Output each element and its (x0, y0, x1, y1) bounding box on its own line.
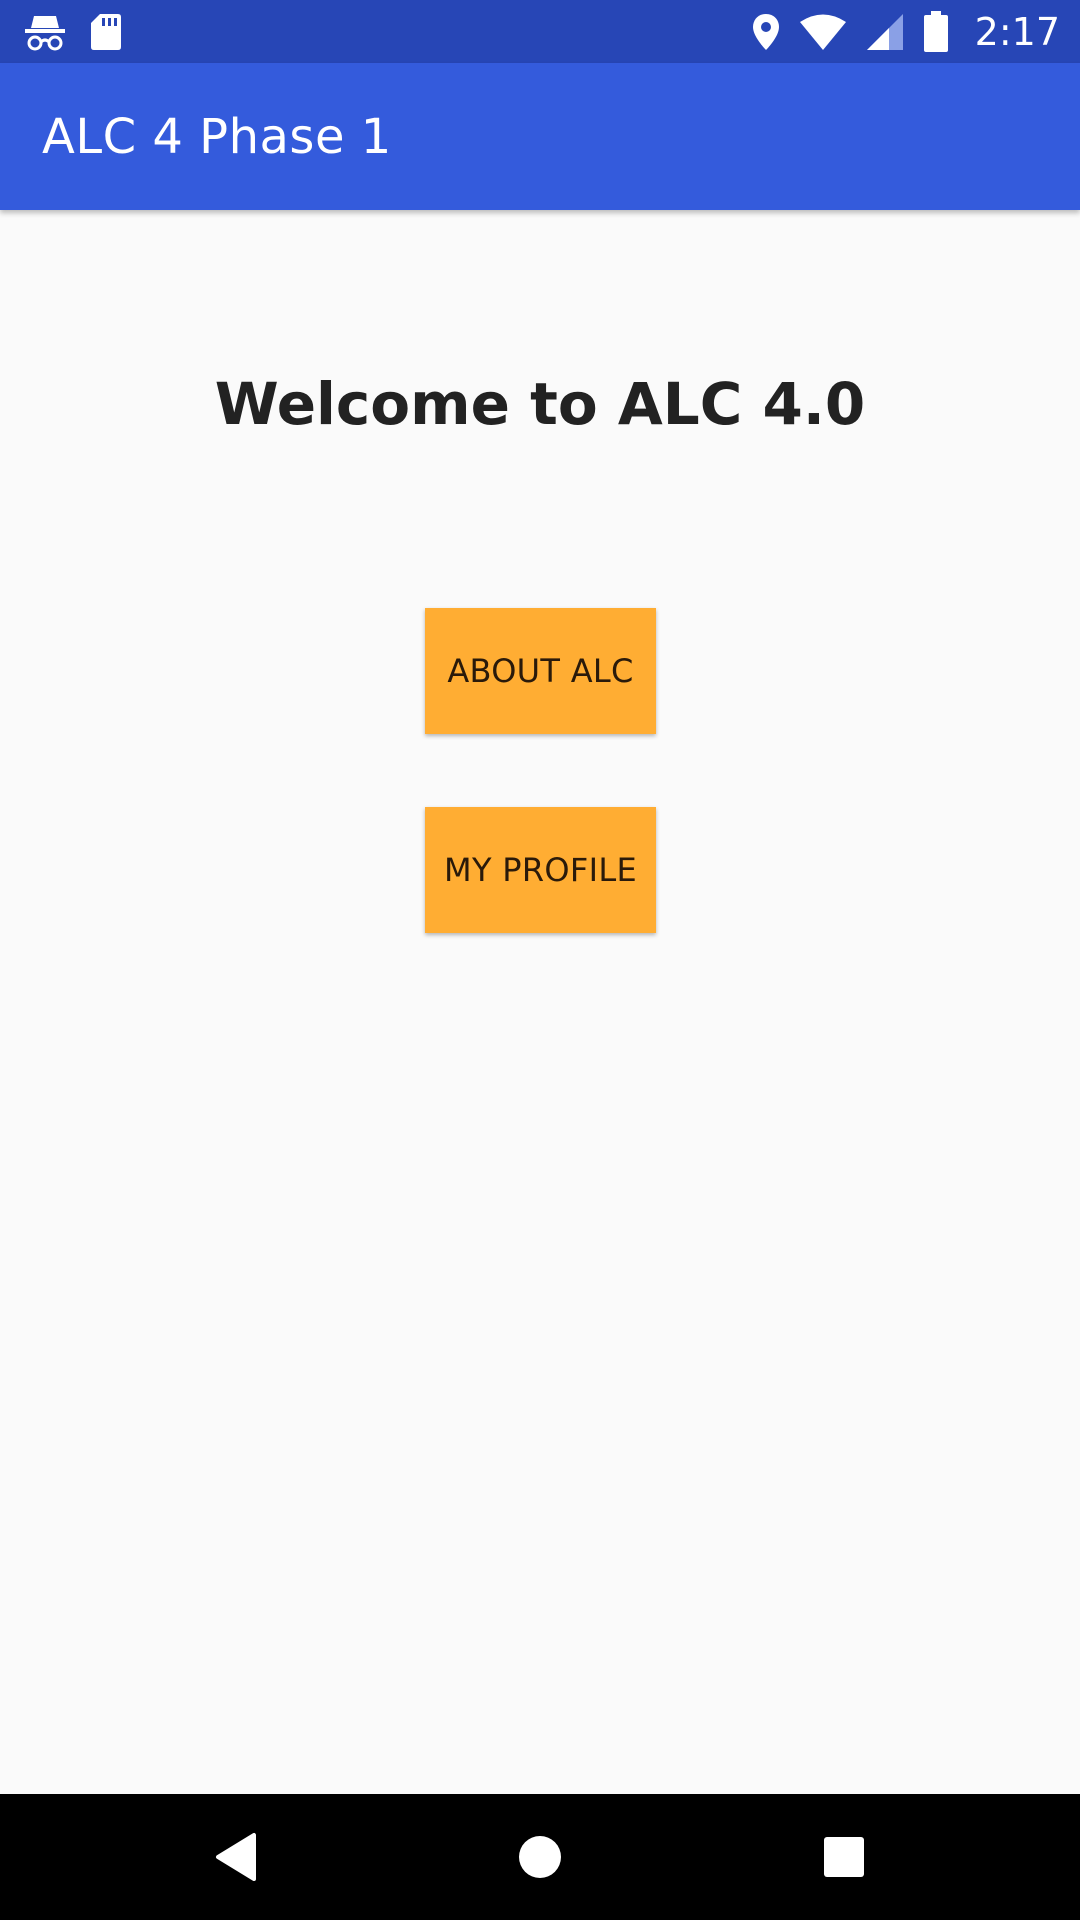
back-icon[interactable] (196, 1817, 276, 1897)
home-icon[interactable] (500, 1817, 580, 1897)
incognito-icon (24, 12, 66, 52)
welcome-heading: Welcome to ALC 4.0 (214, 370, 866, 438)
recents-icon[interactable] (804, 1817, 884, 1897)
status-bar: 2:17 (0, 0, 1080, 63)
about-alc-button[interactable]: ABOUT ALC (425, 608, 656, 734)
sd-card-icon (90, 12, 122, 52)
main-content: Welcome to ALC 4.0 ABOUT ALC MY PROFILE (0, 210, 1080, 1794)
status-time: 2:17 (974, 10, 1060, 54)
screen: 2:17 ALC 4 Phase 1 Welcome to ALC 4.0 AB… (0, 0, 1080, 1920)
location-icon (751, 12, 781, 52)
app-title: ALC 4 Phase 1 (42, 109, 392, 165)
app-bar: ALC 4 Phase 1 (0, 63, 1080, 210)
status-right: 2:17 (751, 8, 1060, 56)
navigation-bar (0, 1794, 1080, 1920)
battery-icon (923, 11, 949, 53)
my-profile-button[interactable]: MY PROFILE (425, 807, 656, 933)
status-left (24, 8, 122, 56)
wifi-icon (799, 13, 847, 51)
signal-icon (865, 12, 905, 52)
